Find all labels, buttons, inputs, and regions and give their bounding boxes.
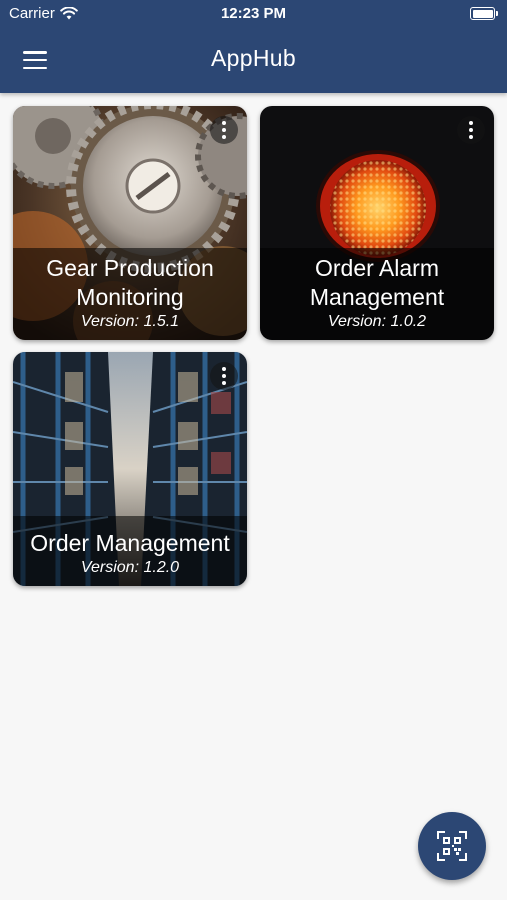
app-card-caption: Order Alarm Management Version: 1.0.2 xyxy=(260,248,494,340)
app-card-order-management[interactable]: Order Management Version: 1.2.0 xyxy=(13,352,247,586)
more-options-icon[interactable] xyxy=(457,116,485,144)
app-name: Gear Production Monitoring xyxy=(46,255,214,310)
battery-icon xyxy=(470,7,498,20)
more-options-icon[interactable] xyxy=(210,116,238,144)
page-title: AppHub xyxy=(211,45,296,71)
app-card-caption: Order Management Version: 1.2.0 xyxy=(13,516,247,586)
app-card-caption: Gear Production Monitoring Version: 1.5.… xyxy=(13,248,247,340)
app-version: Version: 1.2.0 xyxy=(80,559,180,576)
app-version: Version: 1.5.1 xyxy=(80,313,180,330)
status-time: 12:23 PM xyxy=(220,5,287,22)
scan-qr-button[interactable] xyxy=(418,812,486,880)
app-name: Order Alarm Management xyxy=(309,255,445,310)
app-bar: Carrier 12:23 PM AppHub xyxy=(0,0,507,93)
status-bar: Carrier 12:23 PM xyxy=(0,0,507,28)
app-card-gear-production[interactable]: Gear Production Monitoring Version: 1.5.… xyxy=(13,106,247,340)
battery-fill xyxy=(472,9,493,18)
app-name: Order Management xyxy=(30,530,230,556)
app-version: Version: 1.0.2 xyxy=(327,313,427,330)
qr-code-scan-icon xyxy=(437,831,467,861)
app-card-order-alarm[interactable]: Order Alarm Management Version: 1.0.2 xyxy=(260,106,494,340)
more-options-icon[interactable] xyxy=(210,362,238,390)
